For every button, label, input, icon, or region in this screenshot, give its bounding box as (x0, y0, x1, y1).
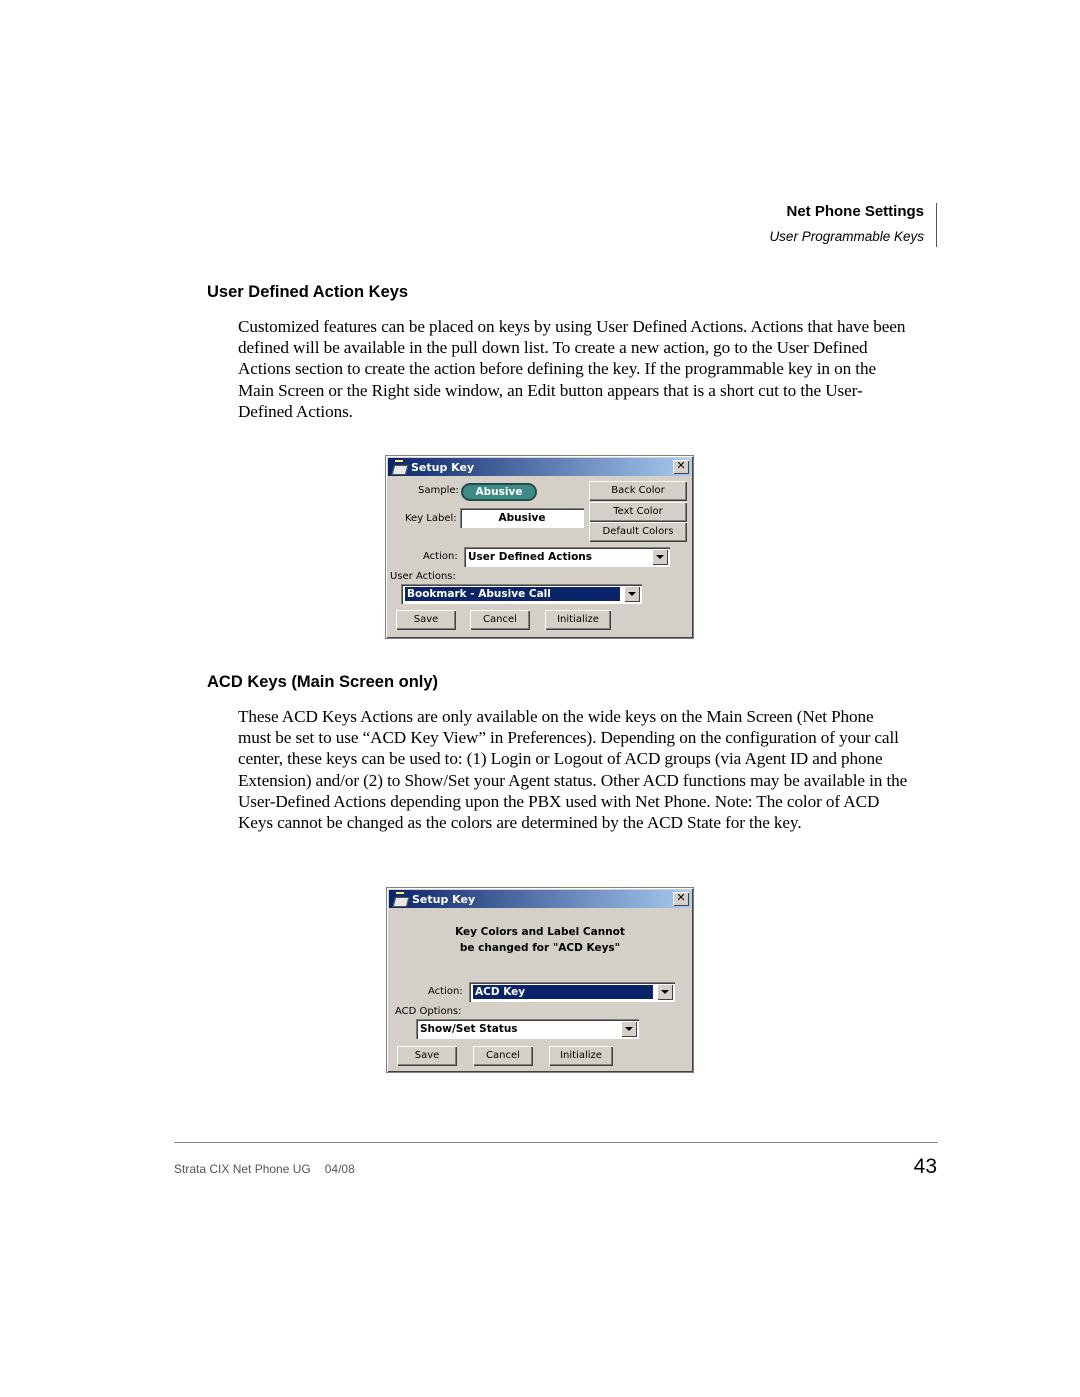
back-color-button[interactable]: Back Color (589, 481, 687, 501)
text-color-button[interactable]: Text Color (589, 502, 687, 522)
user-actions-value: Bookmark - Abusive Call (404, 586, 621, 602)
user-actions-dropdown[interactable]: Bookmark - Abusive Call (401, 584, 642, 604)
action-dropdown[interactable]: ACD Key (469, 982, 675, 1002)
acd-message: Key Colors and Label Cannot be changed f… (387, 924, 693, 956)
body-paragraph-acd-keys: These ACD Keys Actions are only availabl… (238, 707, 908, 833)
body-paragraph-user-defined: Customized features can be placed on key… (238, 317, 906, 421)
chevron-down-icon[interactable] (657, 984, 673, 1000)
cancel-button[interactable]: Cancel (473, 1046, 533, 1066)
acd-options-dropdown[interactable]: Show/Set Status (416, 1019, 639, 1039)
running-head: Net Phone Settings User Programmable Key… (769, 202, 924, 247)
action-dropdown[interactable]: User Defined Actions (464, 547, 670, 567)
section-heading-user-defined-action-keys: User Defined Action Keys (207, 283, 409, 301)
acd-message-line2: be changed for "ACD Keys" (459, 942, 621, 954)
user-actions-label: User Actions: (390, 571, 456, 582)
action-value: User Defined Actions (468, 551, 593, 563)
chapter-title: Net Phone Settings (786, 203, 924, 220)
save-button[interactable]: Save (396, 610, 456, 630)
close-button[interactable]: ✕ (673, 460, 689, 474)
dialog-title: Setup Key (412, 892, 476, 906)
initialize-button[interactable]: Initialize (545, 610, 611, 630)
default-colors-button[interactable]: Default Colors (589, 522, 687, 542)
acd-options-value: Show/Set Status (420, 1023, 518, 1035)
chevron-down-icon[interactable] (652, 549, 668, 565)
setup-key-dialog-acd: Setup Key ✕ Key Colors and Label Cannot … (386, 887, 694, 1073)
dialog-titlebar[interactable]: Setup Key ✕ (388, 458, 691, 476)
chevron-down-icon[interactable] (624, 586, 640, 602)
footer-rule (174, 1142, 938, 1143)
running-head-rule (936, 203, 937, 247)
setup-key-dialog-user-defined: Setup Key ✕ Sample: Abusive Key Label: A… (385, 455, 694, 639)
action-label: Action: (423, 551, 458, 562)
acd-options-label: ACD Options: (395, 1006, 462, 1017)
section-subtitle: User Programmable Keys (769, 229, 924, 244)
phone-app-icon (392, 892, 408, 906)
action-label: Action: (428, 986, 463, 997)
sample-label: Sample: (418, 485, 459, 496)
footer-date: 04/08 (324, 1162, 355, 1176)
key-label-input[interactable]: Abusive (460, 508, 584, 528)
cancel-button[interactable]: Cancel (470, 610, 530, 630)
key-label-label: Key Label: (405, 513, 457, 524)
close-button[interactable]: ✕ (673, 892, 689, 906)
phone-app-icon (391, 460, 407, 474)
dialog-titlebar[interactable]: Setup Key ✕ (389, 890, 691, 908)
footer-doc-title: Strata CIX Net Phone UG (174, 1162, 311, 1176)
save-button[interactable]: Save (397, 1046, 457, 1066)
page-number: 43 (913, 1155, 937, 1178)
chevron-down-icon[interactable] (621, 1021, 637, 1037)
initialize-button[interactable]: Initialize (549, 1046, 613, 1066)
action-value: ACD Key (472, 984, 654, 1000)
dialog-title: Setup Key (411, 460, 475, 474)
acd-message-line1: Key Colors and Label Cannot (455, 926, 625, 938)
section-heading-acd-keys: ACD Keys (Main Screen only) (207, 673, 439, 691)
sample-key-preview: Abusive (461, 483, 537, 501)
footer-doc-info: Strata CIX Net Phone UG 04/08 (174, 1162, 355, 1176)
